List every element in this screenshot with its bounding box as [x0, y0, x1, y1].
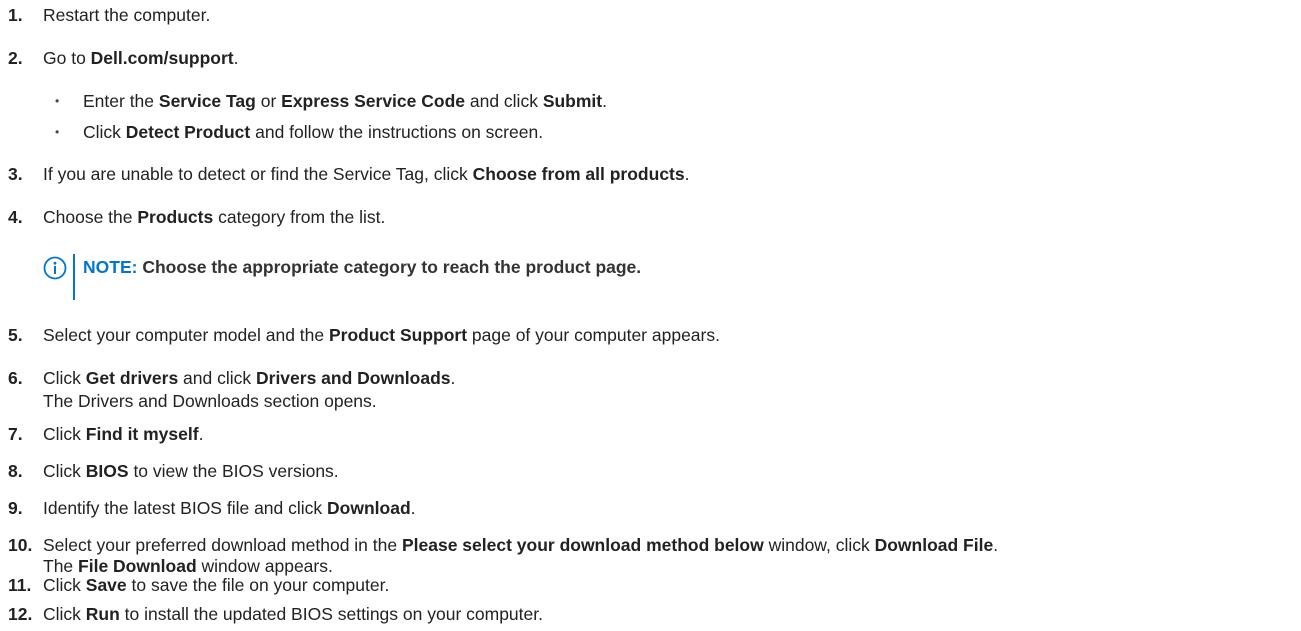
bold-term: Drivers and Downloads — [256, 368, 451, 388]
text-run: Click — [43, 604, 86, 624]
bullet-icon: • — [55, 125, 60, 139]
step-number: 10. — [8, 535, 33, 555]
bold-term: Choose from all products — [472, 164, 685, 184]
bios-update-instructions: 1. Restart the computer. 2. Go to Dell.c… — [0, 0, 1301, 631]
text-run: Select your preferred download method in… — [43, 535, 402, 555]
step-number: 6. — [8, 368, 23, 388]
bold-term: Get drivers — [85, 368, 179, 388]
step-number: 7. — [8, 424, 23, 444]
text-run: and follow the instructions on screen. — [250, 122, 544, 142]
text-run: Click — [83, 122, 126, 142]
text-run: or — [255, 91, 282, 111]
bold-term: Find it myself — [85, 424, 199, 444]
text-run: Go to — [43, 48, 91, 68]
bold-term: Please select your download method below — [401, 535, 764, 555]
text-run: . — [993, 535, 999, 555]
step-number: 9. — [8, 498, 23, 518]
step-text: Click Save to save the file on your comp… — [43, 575, 389, 596]
text-run: to install the updated BIOS settings on … — [119, 604, 543, 624]
text-run: Click — [43, 575, 86, 595]
bold-term: Express Service Code — [281, 91, 465, 111]
text-run: . — [602, 91, 607, 111]
text-run: Click — [43, 424, 86, 444]
bold-term: Product Support — [329, 325, 468, 345]
step-6-result: The Drivers and Downloads section opens. — [43, 391, 377, 412]
step-text: Choose the Products category from the li… — [43, 207, 385, 228]
text-run: Select your computer model and the — [43, 325, 329, 345]
step-number: 12. — [8, 604, 33, 624]
text-run: Click — [43, 368, 86, 388]
note-label: NOTE: — [83, 257, 138, 277]
text-run: Click — [43, 461, 86, 481]
step-text: Click Get drivers and click Drivers and … — [43, 368, 455, 389]
note-text: NOTE: Choose the appropriate category to… — [83, 257, 641, 278]
step-number: 8. — [8, 461, 23, 481]
step-10-result: The File Download window appears. — [43, 556, 333, 577]
bold-term: Dell.com/support — [90, 48, 234, 68]
step-text: Go to Dell.com/support. — [43, 48, 238, 69]
info-icon — [43, 256, 67, 280]
step-number: 11. — [8, 575, 32, 595]
step-number: 3. — [8, 164, 23, 184]
bold-term: Download File — [874, 535, 994, 555]
text-run: . — [233, 48, 239, 68]
bold-term: Download — [327, 498, 411, 518]
text-run: Enter the — [83, 91, 159, 111]
step-number: 1. — [8, 5, 23, 25]
bold-term: Save — [85, 575, 127, 595]
bold-term: File Download — [78, 556, 197, 576]
step-text: Select your computer model and the Produ… — [43, 325, 720, 346]
step-number: 5. — [8, 325, 23, 345]
bold-term: Products — [137, 207, 214, 227]
text-run: The — [43, 556, 79, 576]
note-divider — [73, 254, 75, 300]
step-text: Identify the latest BIOS file and click … — [43, 498, 416, 519]
bold-term: Run — [85, 604, 120, 624]
substep-text: Enter the Service Tag or Express Service… — [83, 91, 607, 112]
step-text: Select your preferred download method in… — [43, 535, 998, 556]
note-body: Choose the appropriate category to reach… — [137, 257, 642, 277]
text-run: window, click — [763, 535, 875, 555]
step-number: 4. — [8, 207, 23, 227]
text-run: . — [450, 368, 456, 388]
text-run: The Drivers and Downloads section opens. — [43, 391, 377, 411]
bold-term: Submit — [542, 91, 603, 111]
text-run: If you are unable to detect or find the … — [43, 164, 473, 184]
bold-term: BIOS — [85, 461, 129, 481]
text-run: page of your computer appears. — [467, 325, 720, 345]
text-run: to view the BIOS versions. — [128, 461, 339, 481]
text-run: Choose the — [43, 207, 138, 227]
step-text: Click Find it myself. — [43, 424, 203, 445]
note-box: NOTE: Choose the appropriate category to… — [43, 254, 943, 304]
bold-term: Detect Product — [125, 122, 251, 142]
text-run: category from the list. — [213, 207, 386, 227]
text-run: window appears. — [196, 556, 333, 576]
step-text: Restart the computer. — [43, 5, 210, 26]
step-number: 2. — [8, 48, 23, 68]
substep-text: Click Detect Product and follow the inst… — [83, 122, 543, 143]
text-run: . — [198, 424, 204, 444]
bold-term: Service Tag — [158, 91, 256, 111]
text-run: and click — [465, 91, 543, 111]
text-run: Restart the computer. — [43, 5, 211, 25]
text-run: . — [410, 498, 416, 518]
text-run: and click — [178, 368, 256, 388]
bullet-icon: • — [55, 94, 60, 108]
step-text: Click Run to install the updated BIOS se… — [43, 604, 543, 625]
step-text: If you are unable to detect or find the … — [43, 164, 689, 185]
text-run: Identify the latest BIOS file and click — [43, 498, 328, 518]
step-text: Click BIOS to view the BIOS versions. — [43, 461, 339, 482]
text-run: to save the file on your computer. — [126, 575, 390, 595]
text-run: . — [684, 164, 690, 184]
